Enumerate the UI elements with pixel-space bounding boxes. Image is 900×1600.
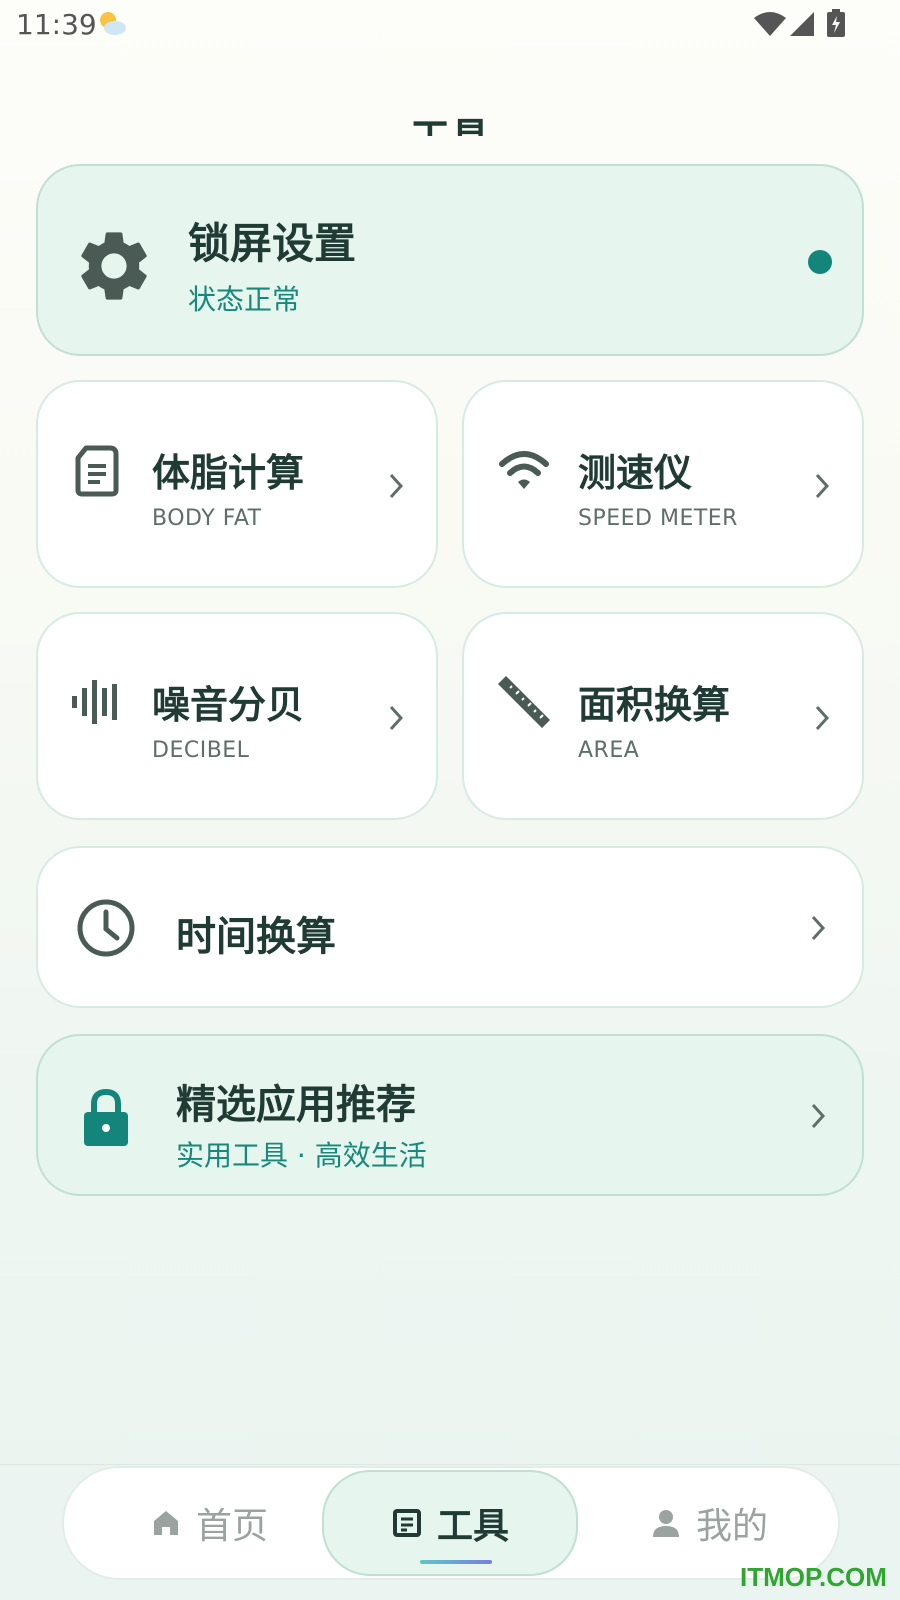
recommend-card-title: 精选应用推荐: [176, 1082, 416, 1128]
bottom-navigation: 首页 工具 我的: [62, 1466, 840, 1580]
nav-tab-label: 工具: [436, 1506, 509, 1547]
nav-tab-label: 首页: [195, 1506, 268, 1547]
sound-bars-icon: [72, 680, 117, 724]
person-icon: [652, 1510, 679, 1537]
tool-subtitle: AREA: [578, 738, 640, 763]
tool-subtitle: BODY FAT: [152, 506, 262, 531]
chevron-right-icon: [389, 705, 404, 731]
lock-screen-settings-card[interactable]: 锁屏设置 状态正常: [36, 164, 864, 356]
nav-tab-label: 我的: [695, 1506, 768, 1547]
tool-card-area[interactable]: 面积换算 AREA: [462, 612, 864, 820]
tool-subtitle: SPEED METER: [578, 506, 738, 531]
chevron-right-icon: [815, 473, 830, 499]
lock-icon: [84, 1088, 128, 1146]
time-conversion-card[interactable]: 时间换算: [36, 846, 864, 1008]
battery-charging-icon: [827, 9, 845, 37]
clock-icon: [77, 899, 135, 957]
page-title: 工具: [0, 108, 900, 136]
chevron-right-icon: [811, 1103, 826, 1129]
recommended-apps-card[interactable]: 精选应用推荐 实用工具 · 高效生活: [36, 1034, 864, 1196]
tool-name: 体脂计算: [152, 451, 305, 495]
tool-card-speed-meter[interactable]: 测速仪 SPEED METER: [462, 380, 864, 588]
partly-cloudy-icon: [100, 12, 126, 35]
status-indicator-dot: [808, 250, 832, 274]
tools-icon: [392, 1509, 421, 1537]
active-tab-indicator: [420, 1560, 492, 1564]
tool-subtitle: DECIBEL: [152, 738, 250, 763]
lock-card-title: 锁屏设置: [188, 219, 357, 268]
nav-tab-home[interactable]: 首页: [84, 1468, 334, 1578]
chevron-right-icon: [815, 705, 830, 731]
tool-name: 噪音分贝: [152, 683, 305, 727]
tool-card-decibel[interactable]: 噪音分贝 DECIBEL: [36, 612, 438, 820]
nav-divider: [0, 1464, 900, 1465]
chevron-right-icon: [389, 473, 404, 499]
nav-tab-tools[interactable]: 工具: [322, 1470, 578, 1576]
tool-name: 测速仪: [578, 451, 693, 495]
status-bar: 11:39: [0, 0, 900, 50]
chevron-right-icon: [811, 915, 826, 941]
home-icon: [153, 1511, 178, 1535]
status-time: 11:39: [16, 8, 97, 41]
tool-card-body-fat[interactable]: 体脂计算 BODY FAT: [36, 380, 438, 588]
watermark: ITMOP.COM: [740, 1562, 887, 1592]
tool-name: 面积换算: [578, 683, 731, 727]
signal-icon: [790, 12, 814, 36]
wifi-status-icon: [754, 12, 786, 36]
wifi-icon: [499, 451, 549, 489]
gear-icon: [81, 232, 147, 300]
document-icon: [75, 445, 119, 497]
lock-card-status: 状态正常: [188, 283, 301, 316]
recommend-card-subtitle: 实用工具 · 高效生活: [176, 1139, 427, 1172]
ruler-icon: [498, 676, 550, 728]
time-card-title: 时间换算: [176, 914, 336, 960]
